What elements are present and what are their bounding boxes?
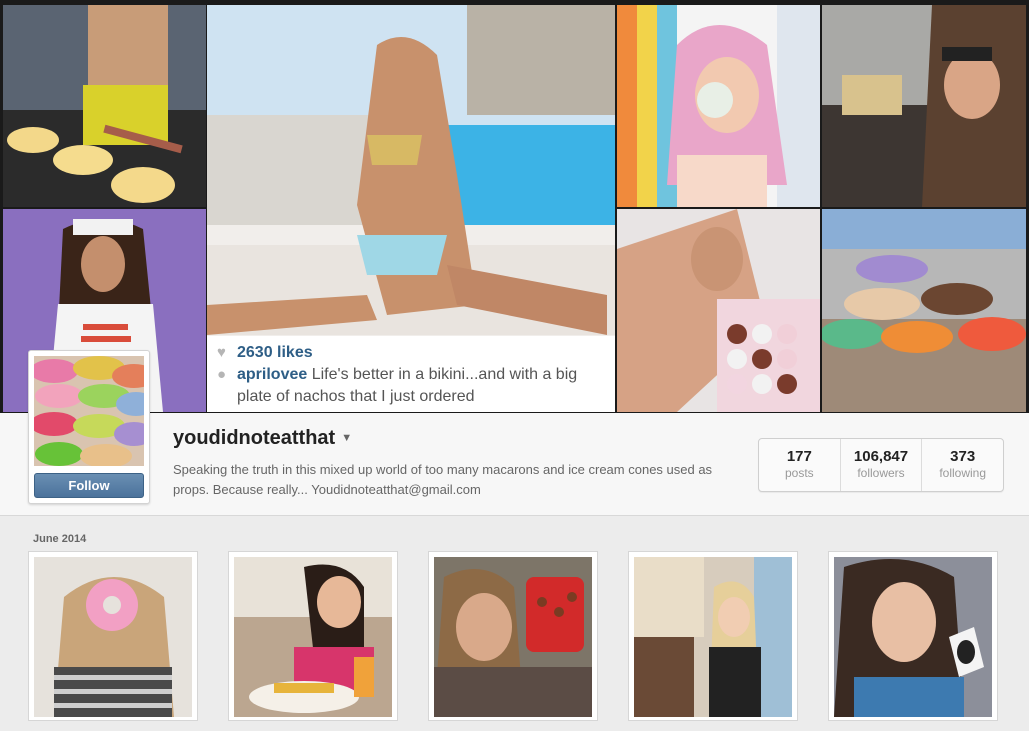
like-count[interactable]: 2630 likes — [237, 342, 313, 364]
profile-avatar-card: Follow — [28, 350, 150, 504]
stat-value: 106,847 — [853, 448, 909, 465]
caption-row: ● aprilovee Life's better in a bikini...… — [217, 364, 605, 408]
comment-icon: ● — [217, 366, 227, 383]
profile-stats: 177 posts 106,847 followers 373 followin… — [758, 438, 1004, 492]
stat-value: 177 — [786, 448, 812, 465]
like-count-row: ♥ 2630 likes — [217, 342, 605, 364]
profile-bio: Speaking the truth in this mixed up worl… — [173, 462, 713, 497]
mosaic-photo-burger[interactable] — [822, 5, 1026, 207]
stat-label: posts — [784, 466, 814, 480]
stat-value: 373 — [950, 448, 976, 465]
avatar[interactable] — [34, 356, 144, 466]
mosaic-photo-pancakes[interactable] — [3, 5, 206, 207]
post-thumbnail[interactable] — [828, 551, 998, 721]
month-heading: June 2014 — [33, 533, 87, 545]
featured-post-caption: ♥ 2630 likes ● aprilovee Life's better i… — [207, 336, 615, 412]
post-thumbnail[interactable] — [228, 551, 398, 721]
post-thumbnail[interactable] — [628, 551, 798, 721]
stat-followers[interactable]: 106,847 followers — [841, 439, 923, 491]
heart-icon[interactable]: ♥ — [217, 342, 237, 364]
mosaic-photo-donut-box[interactable] — [617, 209, 820, 412]
caption-username[interactable]: aprilovee — [237, 366, 307, 383]
stat-following[interactable]: 373 following — [922, 439, 1003, 491]
mosaic-photo-icecream[interactable] — [617, 5, 820, 207]
mosaic-photo-giant-macarons[interactable] — [822, 209, 1026, 412]
stat-label: following — [939, 466, 987, 480]
caret-down-icon[interactable]: ▼ — [341, 432, 352, 444]
stat-posts[interactable]: 177 posts — [759, 439, 841, 491]
post-thumbnail[interactable] — [428, 551, 598, 721]
stat-label: followers — [857, 466, 905, 480]
username-text[interactable]: youdidnoteatthat — [173, 427, 335, 449]
post-thumbnail[interactable] — [28, 551, 198, 721]
photo-mosaic: ♥ 2630 likes ● aprilovee Life's better i… — [0, 0, 1029, 413]
follow-button[interactable]: Follow — [34, 473, 144, 498]
profile-username[interactable]: youdidnoteatthat ▼ — [173, 427, 352, 450]
